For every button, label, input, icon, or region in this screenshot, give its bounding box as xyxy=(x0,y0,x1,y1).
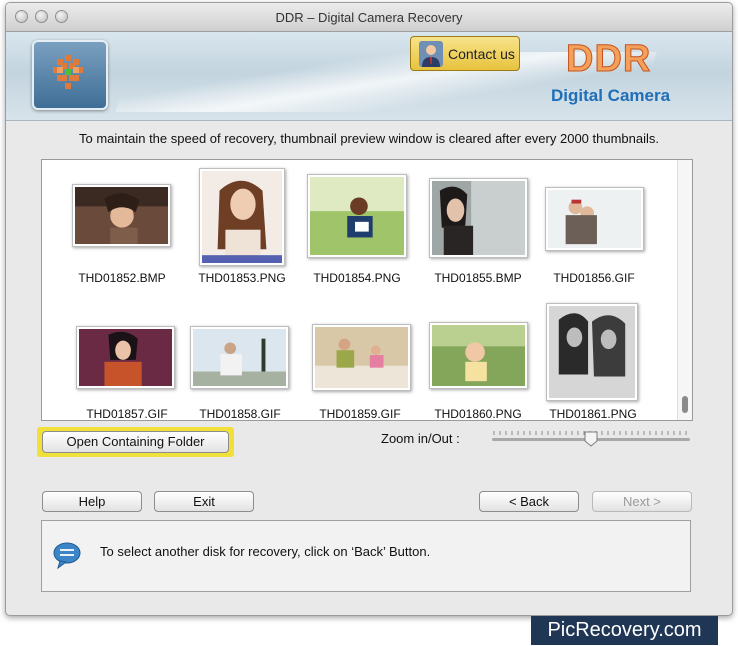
window-title: DDR – Digital Camera Recovery xyxy=(275,10,463,25)
thumbnail-image[interactable] xyxy=(429,178,528,258)
scrollbar-thumb[interactable] xyxy=(682,396,688,413)
photo-thumbnail-icon xyxy=(75,187,168,244)
open-containing-folder-button[interactable]: Open Containing Folder xyxy=(42,431,229,453)
thumbnail-filename: THD01861.PNG xyxy=(549,407,637,421)
thumbnail-filename: THD01855.BMP xyxy=(434,271,522,285)
thumbnail-image[interactable] xyxy=(199,168,285,266)
zoom-label: Zoom in/Out : xyxy=(381,431,460,446)
thumbnail-image[interactable] xyxy=(312,324,411,391)
photo-thumbnail-icon xyxy=(315,327,408,388)
zoom-slider[interactable] xyxy=(492,428,692,450)
thumbnail-filename: THD01857.GIF xyxy=(86,407,168,421)
person-icon xyxy=(419,41,443,67)
app-logo-icon xyxy=(53,55,83,89)
photo-thumbnail-icon xyxy=(79,329,172,386)
status-message: To select another disk for recovery, cli… xyxy=(100,544,431,559)
photo-thumbnail-icon xyxy=(432,325,525,386)
thumbnail-image[interactable] xyxy=(429,322,528,389)
speech-bubble-icon xyxy=(53,542,81,570)
brand-subtitle: Digital Camera xyxy=(551,86,671,105)
photo-thumbnail-icon xyxy=(310,177,404,255)
status-panel: To select another disk for recovery, cli… xyxy=(41,520,691,592)
thumbnail-filename: THD01853.PNG xyxy=(198,271,286,285)
watermark-label: PicRecovery.com xyxy=(531,616,718,645)
thumbnail-filename: THD01859.GIF xyxy=(319,407,401,421)
app-logo xyxy=(32,40,108,110)
photo-thumbnail-icon xyxy=(548,190,641,248)
photo-thumbnail-icon xyxy=(193,329,286,386)
info-message: To maintain the speed of recovery, thumb… xyxy=(78,131,659,146)
brand-title: DDR xyxy=(565,38,652,81)
next-button[interactable]: Next > xyxy=(592,491,692,512)
exit-button[interactable]: Exit xyxy=(154,491,254,512)
back-button[interactable]: < Back xyxy=(479,491,579,512)
help-button[interactable]: Help xyxy=(42,491,142,512)
app-window: DDR – Digital Camera Recovery Contact us… xyxy=(5,2,733,616)
thumbnail-filename: THD01860.PNG xyxy=(434,407,522,421)
photo-thumbnail-icon xyxy=(549,306,635,398)
thumbnail-filename: THD01854.PNG xyxy=(313,271,401,285)
header-banner: Contact us DDR Digital Camera xyxy=(6,32,732,121)
photo-thumbnail-icon xyxy=(432,181,525,255)
thumbnail-image[interactable] xyxy=(307,174,407,258)
thumbnail-preview-panel: THD01852.BMP THD01853.PNG THD01854.PNG T… xyxy=(41,159,693,421)
vertical-scrollbar[interactable] xyxy=(677,160,692,420)
title-bar: DDR – Digital Camera Recovery xyxy=(6,3,732,32)
thumbnail-image[interactable] xyxy=(546,303,638,401)
thumbnail-image[interactable] xyxy=(545,187,644,251)
thumbnail-filename: THD01856.GIF xyxy=(553,271,635,285)
contact-us-label: Contact us xyxy=(448,46,515,62)
thumbnail-image[interactable] xyxy=(190,326,289,389)
thumbnail-filename: THD01852.BMP xyxy=(78,271,166,285)
zoom-slider-knob[interactable] xyxy=(584,431,598,447)
thumbnail-filename: THD01858.GIF xyxy=(199,407,281,421)
contact-us-button[interactable]: Contact us xyxy=(410,36,520,71)
thumbnail-image[interactable] xyxy=(72,184,171,247)
thumbnail-image[interactable] xyxy=(76,326,175,389)
photo-thumbnail-icon xyxy=(202,171,282,263)
